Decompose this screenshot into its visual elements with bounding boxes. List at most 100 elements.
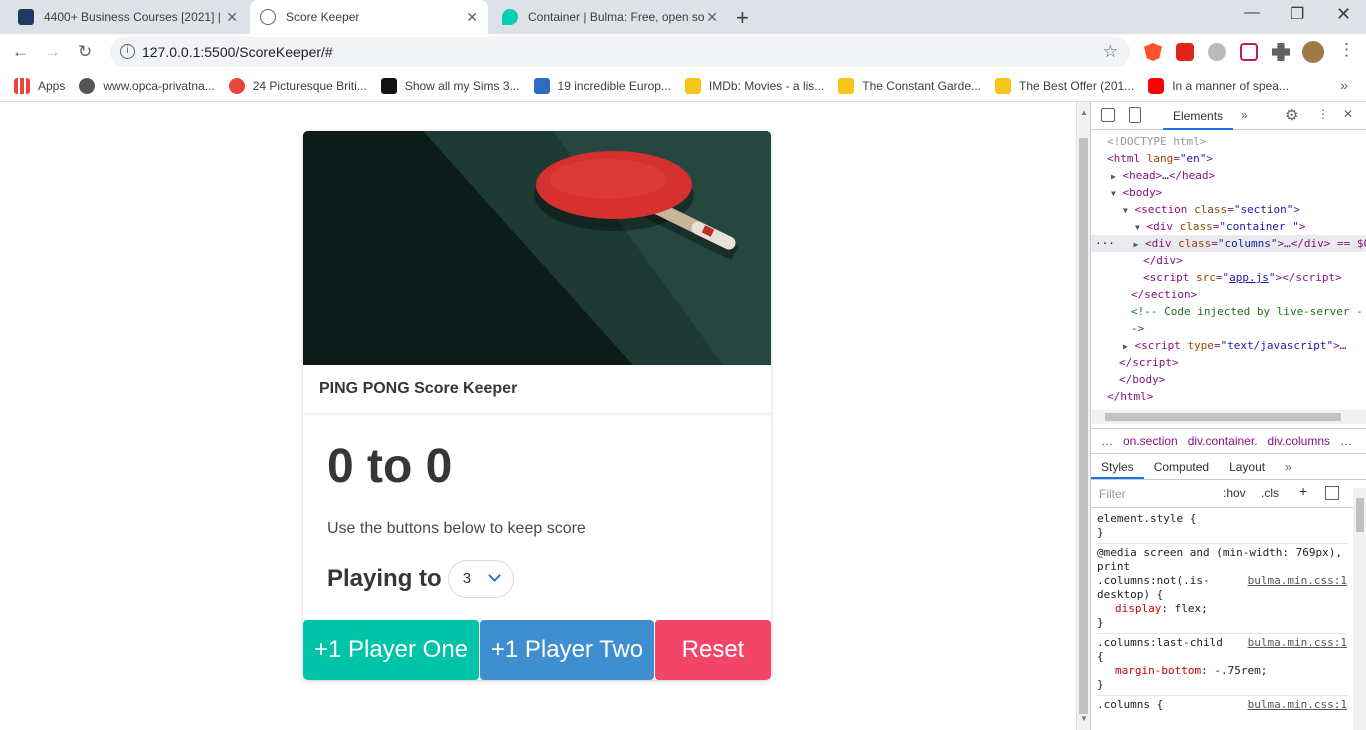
tab-computed[interactable]: Computed xyxy=(1144,454,1219,479)
player-one-button[interactable]: +1 Player One xyxy=(303,620,479,680)
pdf-extension-icon[interactable] xyxy=(1176,43,1194,61)
dom-html[interactable]: <html lang="en"> xyxy=(1091,150,1366,167)
bookmark-europe[interactable]: 19 incredible Europ... xyxy=(533,77,671,94)
dom-head[interactable]: ▶ <head>…</head> xyxy=(1091,167,1366,184)
collapse-icon[interactable]: ▼ xyxy=(1111,189,1116,198)
reload-icon[interactable]: ↻ xyxy=(78,42,92,62)
reset-button[interactable]: Reset xyxy=(655,620,771,680)
imdb-icon xyxy=(684,77,701,94)
collapse-icon[interactable]: ▼ xyxy=(1135,223,1140,232)
avatar[interactable] xyxy=(1302,41,1324,63)
dom-comment[interactable]: <!-- Code injected by live-server - xyxy=(1091,303,1366,320)
more-bookmarks-icon[interactable]: » xyxy=(1340,77,1348,93)
scrollbar-thumb[interactable] xyxy=(1356,498,1364,532)
tab-elements[interactable]: Elements xyxy=(1163,102,1234,130)
source-link[interactable]: bulma.min.css:1 xyxy=(1248,636,1347,650)
declaration[interactable]: display: flex; xyxy=(1097,602,1347,616)
bookmark-best-offer[interactable]: The Best Offer (201... xyxy=(995,77,1134,94)
close-tab-icon[interactable]: ✕ xyxy=(226,9,238,26)
info-icon[interactable]: i xyxy=(120,44,135,59)
bookmark-constant-gardener[interactable]: The Constant Garde... xyxy=(838,77,981,94)
breadcrumb-more[interactable]: … xyxy=(1340,434,1352,448)
pocket-icon[interactable] xyxy=(1240,43,1258,61)
filter-input[interactable]: Filter xyxy=(1097,485,1213,503)
settings-gear-icon[interactable]: ⚙ xyxy=(1285,106,1298,124)
dom-body[interactable]: ▼ <body> xyxy=(1091,184,1366,201)
tab-bulma[interactable]: Container | Bulma: Free, open so ✕ xyxy=(492,0,728,34)
rule-columns-flex[interactable]: @media screen and (min-width: 769px), pr… xyxy=(1097,544,1347,634)
class-toggle[interactable]: .cls xyxy=(1261,486,1279,500)
more-tabs-icon[interactable]: » xyxy=(1275,454,1302,479)
dom-doctype[interactable]: <!DOCTYPE html> xyxy=(1091,133,1366,150)
tab-courses[interactable]: 4400+ Business Courses [2021] | ✕ xyxy=(8,0,248,34)
dom-container[interactable]: ▼ <div class="container "> xyxy=(1091,218,1366,235)
bookmark-imdb-movies[interactable]: IMDb: Movies - a lis... xyxy=(684,77,824,94)
expand-icon[interactable]: ▶ xyxy=(1111,172,1116,181)
breadcrumb-ellipsis[interactable]: … xyxy=(1101,434,1113,448)
scroll-down-icon[interactable]: ▼ xyxy=(1080,714,1088,723)
more-tabs-icon[interactable]: » xyxy=(1241,108,1248,122)
scrollbar-thumb[interactable] xyxy=(1105,413,1341,421)
forward-icon[interactable]: → xyxy=(44,42,61,62)
hover-state-toggle[interactable]: :hov xyxy=(1223,486,1246,500)
rule-columns-last-child[interactable]: .columns:last-child bulma.min.css:1 { mar… xyxy=(1097,634,1347,696)
close-tab-icon[interactable]: ✕ xyxy=(466,9,478,26)
dom-section[interactable]: ▼ <section class="section"> xyxy=(1091,201,1366,218)
dom-columns-selected[interactable]: ··· ▶ <div class="columns">…</div> == $0 xyxy=(1091,235,1366,252)
close-window-icon[interactable]: ✕ xyxy=(1336,4,1351,25)
dom-script[interactable]: <script src="app.js"></script> xyxy=(1091,269,1366,286)
new-tab-icon[interactable]: + xyxy=(736,5,749,31)
puzzle-icon[interactable] xyxy=(1272,43,1290,61)
collapse-icon[interactable]: ▼ xyxy=(1123,206,1128,215)
dom-script-inline[interactable]: ▶ <script type="text/javascript">… xyxy=(1091,337,1366,354)
rule-columns[interactable]: .columns {bulma.min.css:1 xyxy=(1097,696,1347,715)
declaration[interactable]: margin-bottom: -.75rem; xyxy=(1097,664,1347,678)
breadcrumb-columns[interactable]: div.columns xyxy=(1268,434,1330,448)
breadcrumb-section[interactable]: on.section xyxy=(1123,434,1178,448)
expand-icon[interactable]: ▶ xyxy=(1134,240,1139,249)
dom-html-close[interactable]: </html> xyxy=(1091,388,1366,405)
inspect-element-icon[interactable] xyxy=(1101,108,1115,122)
minimize-icon[interactable]: — xyxy=(1244,4,1260,22)
address-bar[interactable]: i 127.0.0.1:5500/ScoreKeeper/# ☆ xyxy=(110,37,1130,67)
row-actions-icon[interactable]: ··· xyxy=(1095,237,1115,250)
dom-section-close[interactable]: </section> xyxy=(1091,286,1366,303)
bookmark-sims[interactable]: Show all my Sims 3... xyxy=(380,77,520,94)
tab-score-keeper[interactable]: Score Keeper ✕ xyxy=(250,0,488,34)
kebab-menu-icon[interactable]: ⋮ xyxy=(1317,107,1329,121)
dom-body-close[interactable]: </body> xyxy=(1091,371,1366,388)
dom-div-close[interactable]: </div> xyxy=(1091,252,1366,269)
dom-comment-end[interactable]: -> xyxy=(1091,320,1366,337)
page-scrollbar[interactable]: ▲ ▼ xyxy=(1076,102,1090,730)
close-tab-icon[interactable]: ✕ xyxy=(706,9,718,26)
new-rule-icon[interactable]: + xyxy=(1299,483,1307,499)
source-link[interactable]: bulma.min.css:1 xyxy=(1248,574,1347,588)
dom-script-close[interactable]: </script> xyxy=(1091,354,1366,371)
bookmark-apps[interactable]: Apps xyxy=(14,77,65,94)
toggle-sidebar-icon[interactable] xyxy=(1325,486,1339,500)
close-devtools-icon[interactable]: ✕ xyxy=(1343,107,1353,121)
brave-shield-icon[interactable] xyxy=(1144,43,1162,61)
source-link[interactable]: bulma.min.css:1 xyxy=(1248,698,1347,712)
bookmark-star-icon[interactable]: ☆ xyxy=(1103,42,1118,62)
restore-icon[interactable]: ❐ xyxy=(1290,4,1304,24)
bookmark-opca[interactable]: www.opca-privatna... xyxy=(79,77,215,94)
tab-styles[interactable]: Styles xyxy=(1091,454,1144,479)
kebab-menu-icon[interactable]: ⋮ xyxy=(1338,40,1355,60)
styles-scrollbar[interactable] xyxy=(1353,488,1366,730)
extension-icon[interactable] xyxy=(1208,43,1226,61)
playing-to-select[interactable]: 3 xyxy=(447,559,514,598)
tab-layout[interactable]: Layout xyxy=(1219,454,1275,479)
script-src-link[interactable]: app.js xyxy=(1229,271,1269,284)
bookmark-picturesque[interactable]: 24 Picturesque Briti... xyxy=(228,77,367,94)
breadcrumb-container[interactable]: div.container. xyxy=(1188,434,1258,448)
expand-icon[interactable]: ▶ xyxy=(1123,342,1128,351)
scroll-up-icon[interactable]: ▲ xyxy=(1080,108,1088,117)
back-icon[interactable]: ← xyxy=(12,42,29,62)
player-two-button[interactable]: +1 Player Two xyxy=(480,620,654,680)
scrollbar-thumb[interactable] xyxy=(1079,138,1088,714)
dom-horizontal-scrollbar[interactable] xyxy=(1091,410,1366,424)
bookmark-manner-of-speaking[interactable]: In a manner of spea... xyxy=(1148,77,1289,94)
device-toggle-icon[interactable] xyxy=(1129,107,1141,123)
rule-element-style[interactable]: element.style { } xyxy=(1097,508,1347,544)
